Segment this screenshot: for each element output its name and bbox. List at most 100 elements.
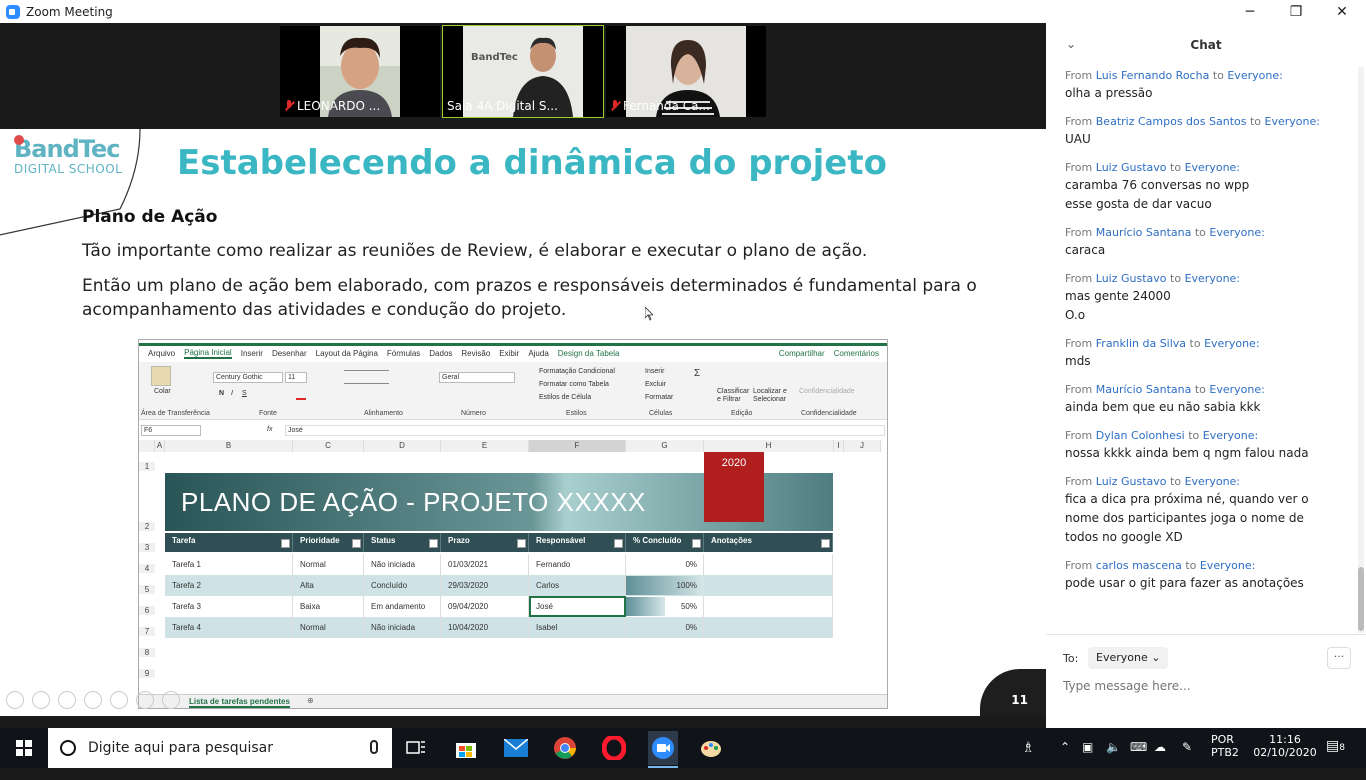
confidentiality-button[interactable]: Confidencialidade <box>799 388 855 395</box>
zoom-taskbar-icon[interactable] <box>648 731 678 765</box>
slide-icon[interactable] <box>136 691 154 709</box>
recipient-name[interactable]: Everyone: <box>1185 475 1240 488</box>
minimize-button[interactable]: ─ <box>1227 0 1273 23</box>
mail-icon[interactable] <box>502 734 530 762</box>
sum-icon[interactable]: Σ <box>694 368 700 379</box>
store-icon[interactable] <box>452 734 480 762</box>
recipient-name[interactable]: Everyone: <box>1203 429 1258 442</box>
prev-icon[interactable] <box>6 691 24 709</box>
participant-tile[interactable]: LEONARDO ... <box>280 26 440 117</box>
sender-name[interactable]: Dylan Colonhesi <box>1096 429 1185 442</box>
header-pct[interactable]: % Concluído <box>626 533 704 552</box>
tab-pagina-inicial[interactable]: Página Inicial <box>184 348 232 359</box>
cloud-icon[interactable]: ☁ <box>1154 740 1166 780</box>
tab-layout[interactable]: Layout da Página <box>316 349 378 358</box>
chevron-up-icon[interactable]: ⌃ <box>1060 740 1070 780</box>
sender-name[interactable]: Maurício Santana <box>1096 383 1192 396</box>
number-format-select[interactable]: Geral <box>439 372 515 383</box>
find-select-button[interactable]: Localizar e Selecionar <box>753 388 793 404</box>
insert-cells-button[interactable]: Inserir <box>645 368 664 375</box>
paint-icon[interactable] <box>697 734 725 762</box>
participant-tile[interactable]: Fernanda Ca... <box>606 26 766 117</box>
format-cells-button[interactable]: Formatar <box>645 394 673 401</box>
recipient-name[interactable]: Everyone: <box>1227 69 1282 82</box>
sender-name[interactable]: Beatriz Campos dos Santos <box>1096 115 1247 128</box>
taskbar-search[interactable]: Digite aqui para pesquisar <box>48 728 392 768</box>
microphone-icon[interactable] <box>370 740 378 754</box>
copy-icon[interactable] <box>84 691 102 709</box>
sender-name[interactable]: Luiz Gustavo <box>1096 475 1167 488</box>
header-prazo[interactable]: Prazo <box>441 533 529 552</box>
add-sheet-icon[interactable]: ⊕ <box>307 696 314 705</box>
font-color-icon[interactable] <box>296 398 306 400</box>
chrome-icon[interactable] <box>551 734 579 762</box>
tab-desenhar[interactable]: Desenhar <box>272 349 307 358</box>
volume-icon[interactable]: 🔈 <box>1106 740 1121 780</box>
recipient-name[interactable]: Everyone: <box>1209 226 1264 239</box>
header-anotacoes[interactable]: Anotações <box>704 533 833 552</box>
sender-name[interactable]: Maurício Santana <box>1096 226 1192 239</box>
pen-workspace-icon[interactable]: ✎ <box>1182 740 1192 780</box>
recipient-name[interactable]: Everyone: <box>1265 115 1320 128</box>
sort-filter-button[interactable]: Classificar e Filtrar <box>717 388 749 404</box>
recipient-name[interactable]: Everyone: <box>1200 559 1255 572</box>
font-name-select[interactable]: Century Gothic <box>213 372 283 383</box>
notification-icon[interactable]: ▤8 <box>1326 738 1345 778</box>
paste-icon[interactable] <box>151 366 171 386</box>
restore-button[interactable]: ❐ <box>1273 0 1319 23</box>
pen-icon[interactable] <box>58 691 76 709</box>
recipient-name[interactable]: Everyone: <box>1204 337 1259 350</box>
close-button[interactable]: ✕ <box>1319 0 1365 23</box>
sender-name[interactable]: Luis Fernando Rocha <box>1096 69 1210 82</box>
participant-tile-active[interactable]: BandTec Sala 4A Digital S... <box>442 25 604 118</box>
sender-name[interactable]: Luiz Gustavo <box>1096 272 1167 285</box>
table-row[interactable]: Tarefa 1 Normal Não iniciada 01/03/2021 … <box>165 554 833 575</box>
tab-dados[interactable]: Dados <box>429 349 452 358</box>
sheet-tab[interactable]: Lista de tarefas pendentes <box>189 697 290 708</box>
grid-icon[interactable] <box>110 691 128 709</box>
language-indicator[interactable]: POR PTB2 <box>1211 733 1239 773</box>
bold-button[interactable]: N <box>219 390 224 397</box>
conditional-format-button[interactable]: Formatação Condicional <box>539 368 615 375</box>
table-row[interactable]: Tarefa 4 Normal Não iniciada 10/04/2020 … <box>165 617 833 638</box>
delete-cells-button[interactable]: Excluir <box>645 381 666 388</box>
clock[interactable]: 11:16 02/10/2020 <box>1250 733 1320 773</box>
comments-button[interactable]: Comentários <box>834 349 879 358</box>
more-options-button[interactable]: ··· <box>1327 647 1351 669</box>
sender-name[interactable]: carlos mascena <box>1096 559 1182 572</box>
table-row[interactable]: Tarefa 3 Baixa Em andamento 09/04/2020 J… <box>165 596 833 617</box>
name-box[interactable]: F6 <box>141 425 201 436</box>
chat-message-input[interactable] <box>1063 679 1343 693</box>
opera-icon[interactable] <box>600 734 628 762</box>
start-button[interactable] <box>0 728 48 768</box>
header-prioridade[interactable]: Prioridade <box>293 533 364 552</box>
tab-ajuda[interactable]: Ajuda <box>528 349 548 358</box>
format-table-button[interactable]: Formatar como Tabela <box>539 381 609 388</box>
tab-formulas[interactable]: Fórmulas <box>387 349 420 358</box>
share-button[interactable]: Compartilhar <box>779 349 825 358</box>
tab-revisao[interactable]: Revisão <box>461 349 490 358</box>
formula-input[interactable]: José <box>285 425 885 436</box>
recipient-name[interactable]: Everyone: <box>1185 272 1240 285</box>
header-tarefa[interactable]: Tarefa <box>165 533 293 552</box>
recipient-name[interactable]: Everyone: <box>1209 383 1264 396</box>
sender-name[interactable]: Franklin da Silva <box>1096 337 1186 350</box>
next-icon[interactable] <box>32 691 50 709</box>
selected-cell[interactable]: José <box>529 596 626 617</box>
sender-name[interactable]: Luiz Gustavo <box>1096 161 1167 174</box>
align-icon[interactable] <box>344 370 389 384</box>
chat-scrollbar[interactable] <box>1358 67 1364 633</box>
table-row[interactable]: Tarefa 2 Alta Concluído 29/03/2020 Carlo… <box>165 575 833 596</box>
tab-exibir[interactable]: Exibir <box>499 349 519 358</box>
more-icon[interactable] <box>162 691 180 709</box>
network-icon[interactable]: ▣ <box>1082 740 1093 780</box>
italic-button[interactable]: I <box>231 390 233 397</box>
header-responsavel[interactable]: Responsável <box>529 533 626 552</box>
scrollbar-thumb[interactable] <box>1358 567 1364 631</box>
recipient-name[interactable]: Everyone: <box>1185 161 1240 174</box>
task-view-icon[interactable] <box>402 734 430 762</box>
tab-inserir[interactable]: Inserir <box>241 349 263 358</box>
underline-button[interactable]: S <box>242 390 247 397</box>
tab-arquivo[interactable]: Arquivo <box>148 349 175 358</box>
people-icon[interactable]: ♗ <box>1022 740 1035 780</box>
